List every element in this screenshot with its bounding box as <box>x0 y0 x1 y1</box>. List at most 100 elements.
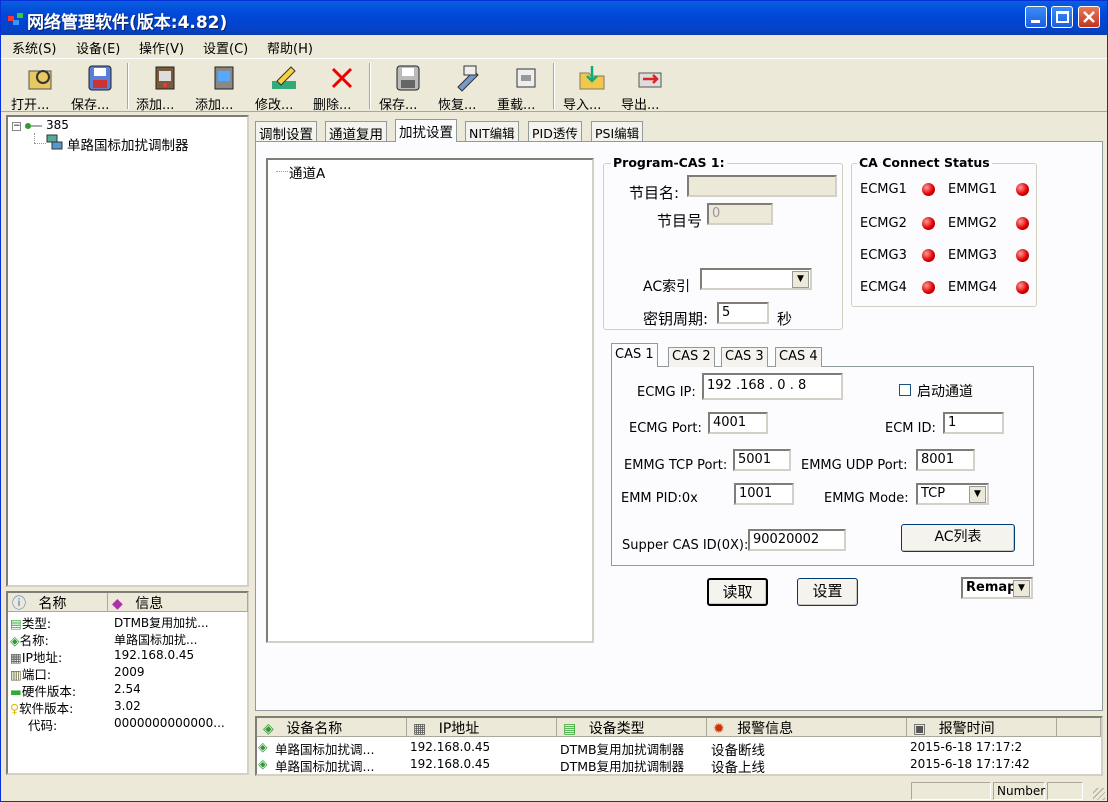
tab-multiplex[interactable]: 通道复用 <box>325 121 387 143</box>
table-row[interactable]: ◈ 单路国标加扰调... 192.168.0.45 DTMB复用加扰调制器 设备… <box>257 738 1101 759</box>
tree-collapse-toggle[interactable]: − <box>12 122 21 131</box>
reload-button[interactable]: 重载... <box>497 61 555 113</box>
toolbar-separator <box>553 63 555 109</box>
set-button[interactable]: 设置 <box>797 578 858 606</box>
grid-header-device-name[interactable]: ◈ 设备名称 <box>257 718 407 737</box>
menu-settings[interactable]: 设置(C) <box>203 38 248 57</box>
chevron-down-icon[interactable]: ▼ <box>969 486 986 503</box>
program-cas-group: Program-CAS 1: 节目名: 节目号 0 AC索引 ▼ 密钥周期: 5… <box>603 155 843 330</box>
delete-icon <box>331 67 353 89</box>
save-button[interactable]: 保存... <box>71 61 129 113</box>
toolbar: 打开... 保存... 添加... 添加... 修改... 删除... 保存..… <box>1 58 1107 113</box>
ecmg1-label: ECMG1 <box>860 182 907 197</box>
emmg3-label: EMMG3 <box>948 248 997 263</box>
ecmg3-status-led <box>922 249 935 262</box>
tree-root-label[interactable]: 385 <box>46 118 69 132</box>
chevron-down-icon[interactable]: ▼ <box>1013 580 1030 597</box>
channel-a-item[interactable]: 通道A <box>289 162 325 182</box>
emmg-udp-port-field[interactable]: 8001 <box>916 449 975 471</box>
device-info-panel: ⓘ 名称 ◆ 信息 ▤类型: DTMB复用加扰... ◈名称: 单路国标加扰..… <box>6 591 249 775</box>
grid-header-type[interactable]: ▤ 设备类型 <box>557 718 707 737</box>
open-button[interactable]: 打开... <box>11 61 69 113</box>
open-icon <box>28 70 52 90</box>
clock-icon: ▣ <box>913 721 927 737</box>
ac-index-select[interactable]: ▼ <box>700 268 812 290</box>
restore-button[interactable]: 恢复... <box>438 61 496 113</box>
network-icon <box>25 123 42 129</box>
menu-operate[interactable]: 操作(V) <box>139 38 184 57</box>
save-config-button[interactable]: 保存... <box>379 61 437 113</box>
menu-device[interactable]: 设备(E) <box>76 38 120 57</box>
emmg-mode-label: EMMG Mode: <box>824 491 909 506</box>
super-cas-id-field[interactable]: 90020002 <box>748 529 846 551</box>
read-button[interactable]: 读取 <box>707 578 768 606</box>
enable-channel-checkbox[interactable] <box>899 384 911 396</box>
program-number-field[interactable]: 0 <box>707 203 773 225</box>
ecmg-port-field[interactable]: 4001 <box>708 412 768 434</box>
ecmg4-label: ECMG4 <box>860 280 907 295</box>
delete-button[interactable]: 删除... <box>313 61 371 113</box>
menu-system[interactable]: 系统(S) <box>12 38 56 57</box>
channel-tree[interactable]: 通道A <box>266 158 594 643</box>
info-icon: ⓘ <box>12 596 26 612</box>
tab-cas-3[interactable]: CAS 3 <box>721 347 768 367</box>
add-button[interactable]: 添加... <box>136 61 194 113</box>
device-icon: ◈ <box>263 721 274 737</box>
save-icon <box>88 65 112 91</box>
grid-header-alarm[interactable]: ✹ 报警信息 <box>707 718 907 737</box>
ecmg-ip-field[interactable]: 192 .168 . 0 . 8 <box>702 373 843 400</box>
grid-header-ip[interactable]: ▦ IP地址 <box>407 718 557 737</box>
minimize-button[interactable] <box>1025 6 1047 28</box>
ip-icon: ▦ <box>413 721 427 737</box>
tab-nit[interactable]: NIT编辑 <box>465 121 519 141</box>
book-icon: ◆ <box>112 596 123 612</box>
super-cas-id-label: Supper CAS ID(0X): <box>622 538 749 553</box>
close-button[interactable] <box>1078 6 1100 28</box>
restore-icon <box>457 65 479 92</box>
tab-cas-4[interactable]: CAS 4 <box>775 347 822 367</box>
type-icon: ▤ <box>563 721 577 737</box>
chevron-down-icon[interactable]: ▼ <box>792 271 809 288</box>
key-period-label: 密钥周期: <box>643 310 709 328</box>
hardware-icon: ▬ <box>10 684 22 699</box>
tab-cas-2[interactable]: CAS 2 <box>668 347 715 367</box>
device-tree[interactable]: − 385 单路国标加扰调制器 <box>6 115 249 587</box>
tab-psi[interactable]: PSI编辑 <box>591 121 644 141</box>
table-row[interactable]: ◈ 单路国标加扰调... 192.168.0.45 DTMB复用加扰调制器 设备… <box>257 755 1101 776</box>
emmg-mode-select[interactable]: TCP ▼ <box>916 483 989 505</box>
tab-modulation[interactable]: 调制设置 <box>255 121 317 143</box>
title-bar[interactable]: 网络管理软件(版本:4.82) <box>1 1 1107 35</box>
ecmg3-label: ECMG3 <box>860 248 907 263</box>
edit-button[interactable]: 修改... <box>255 61 313 113</box>
emmg2-label: EMMG2 <box>948 216 997 231</box>
tab-cas-1[interactable]: CAS 1 <box>611 343 658 367</box>
grid-header-time[interactable]: ▣ 报警时间 <box>907 718 1057 737</box>
ecm-id-field[interactable]: 1 <box>943 412 1004 434</box>
info-value-hw: 2.54 <box>114 682 141 696</box>
tab-pid[interactable]: PID透传 <box>528 121 582 141</box>
info-header-info[interactable]: ◆ 信息 <box>108 593 248 612</box>
import-icon <box>579 66 605 90</box>
info-header-name[interactable]: ⓘ 名称 <box>8 593 108 612</box>
tab-scrambling[interactable]: 加扰设置 <box>395 119 457 142</box>
window-title: 网络管理软件(版本:4.82) <box>27 13 228 33</box>
export-button[interactable]: 导出... <box>621 61 679 113</box>
maximize-button[interactable] <box>1051 6 1073 28</box>
resize-grip[interactable] <box>1093 788 1105 800</box>
program-name-field[interactable] <box>687 175 837 197</box>
remap-select[interactable]: Remap ▼ <box>961 577 1033 599</box>
key-period-field[interactable]: 5 <box>717 302 769 324</box>
add-button-2[interactable]: 添加... <box>195 61 253 113</box>
emmg-tcp-port-field[interactable]: 5001 <box>733 449 791 471</box>
info-value-type: DTMB复用加扰... <box>114 616 209 630</box>
program-number-label: 节目号 <box>657 212 703 230</box>
menu-help[interactable]: 帮助(H) <box>267 38 313 57</box>
tree-device-label[interactable]: 单路国标加扰调制器 <box>67 134 189 154</box>
ac-list-button[interactable]: AC列表 <box>901 524 1015 552</box>
emm-pid-field[interactable]: 1001 <box>734 483 794 505</box>
app-network-icon <box>8 13 23 25</box>
import-button[interactable]: 导入... <box>563 61 621 113</box>
status-bar: Number <box>1 780 1107 802</box>
ecmg2-label: ECMG2 <box>860 216 907 231</box>
lightbulb-icon: ♀ <box>10 701 20 716</box>
